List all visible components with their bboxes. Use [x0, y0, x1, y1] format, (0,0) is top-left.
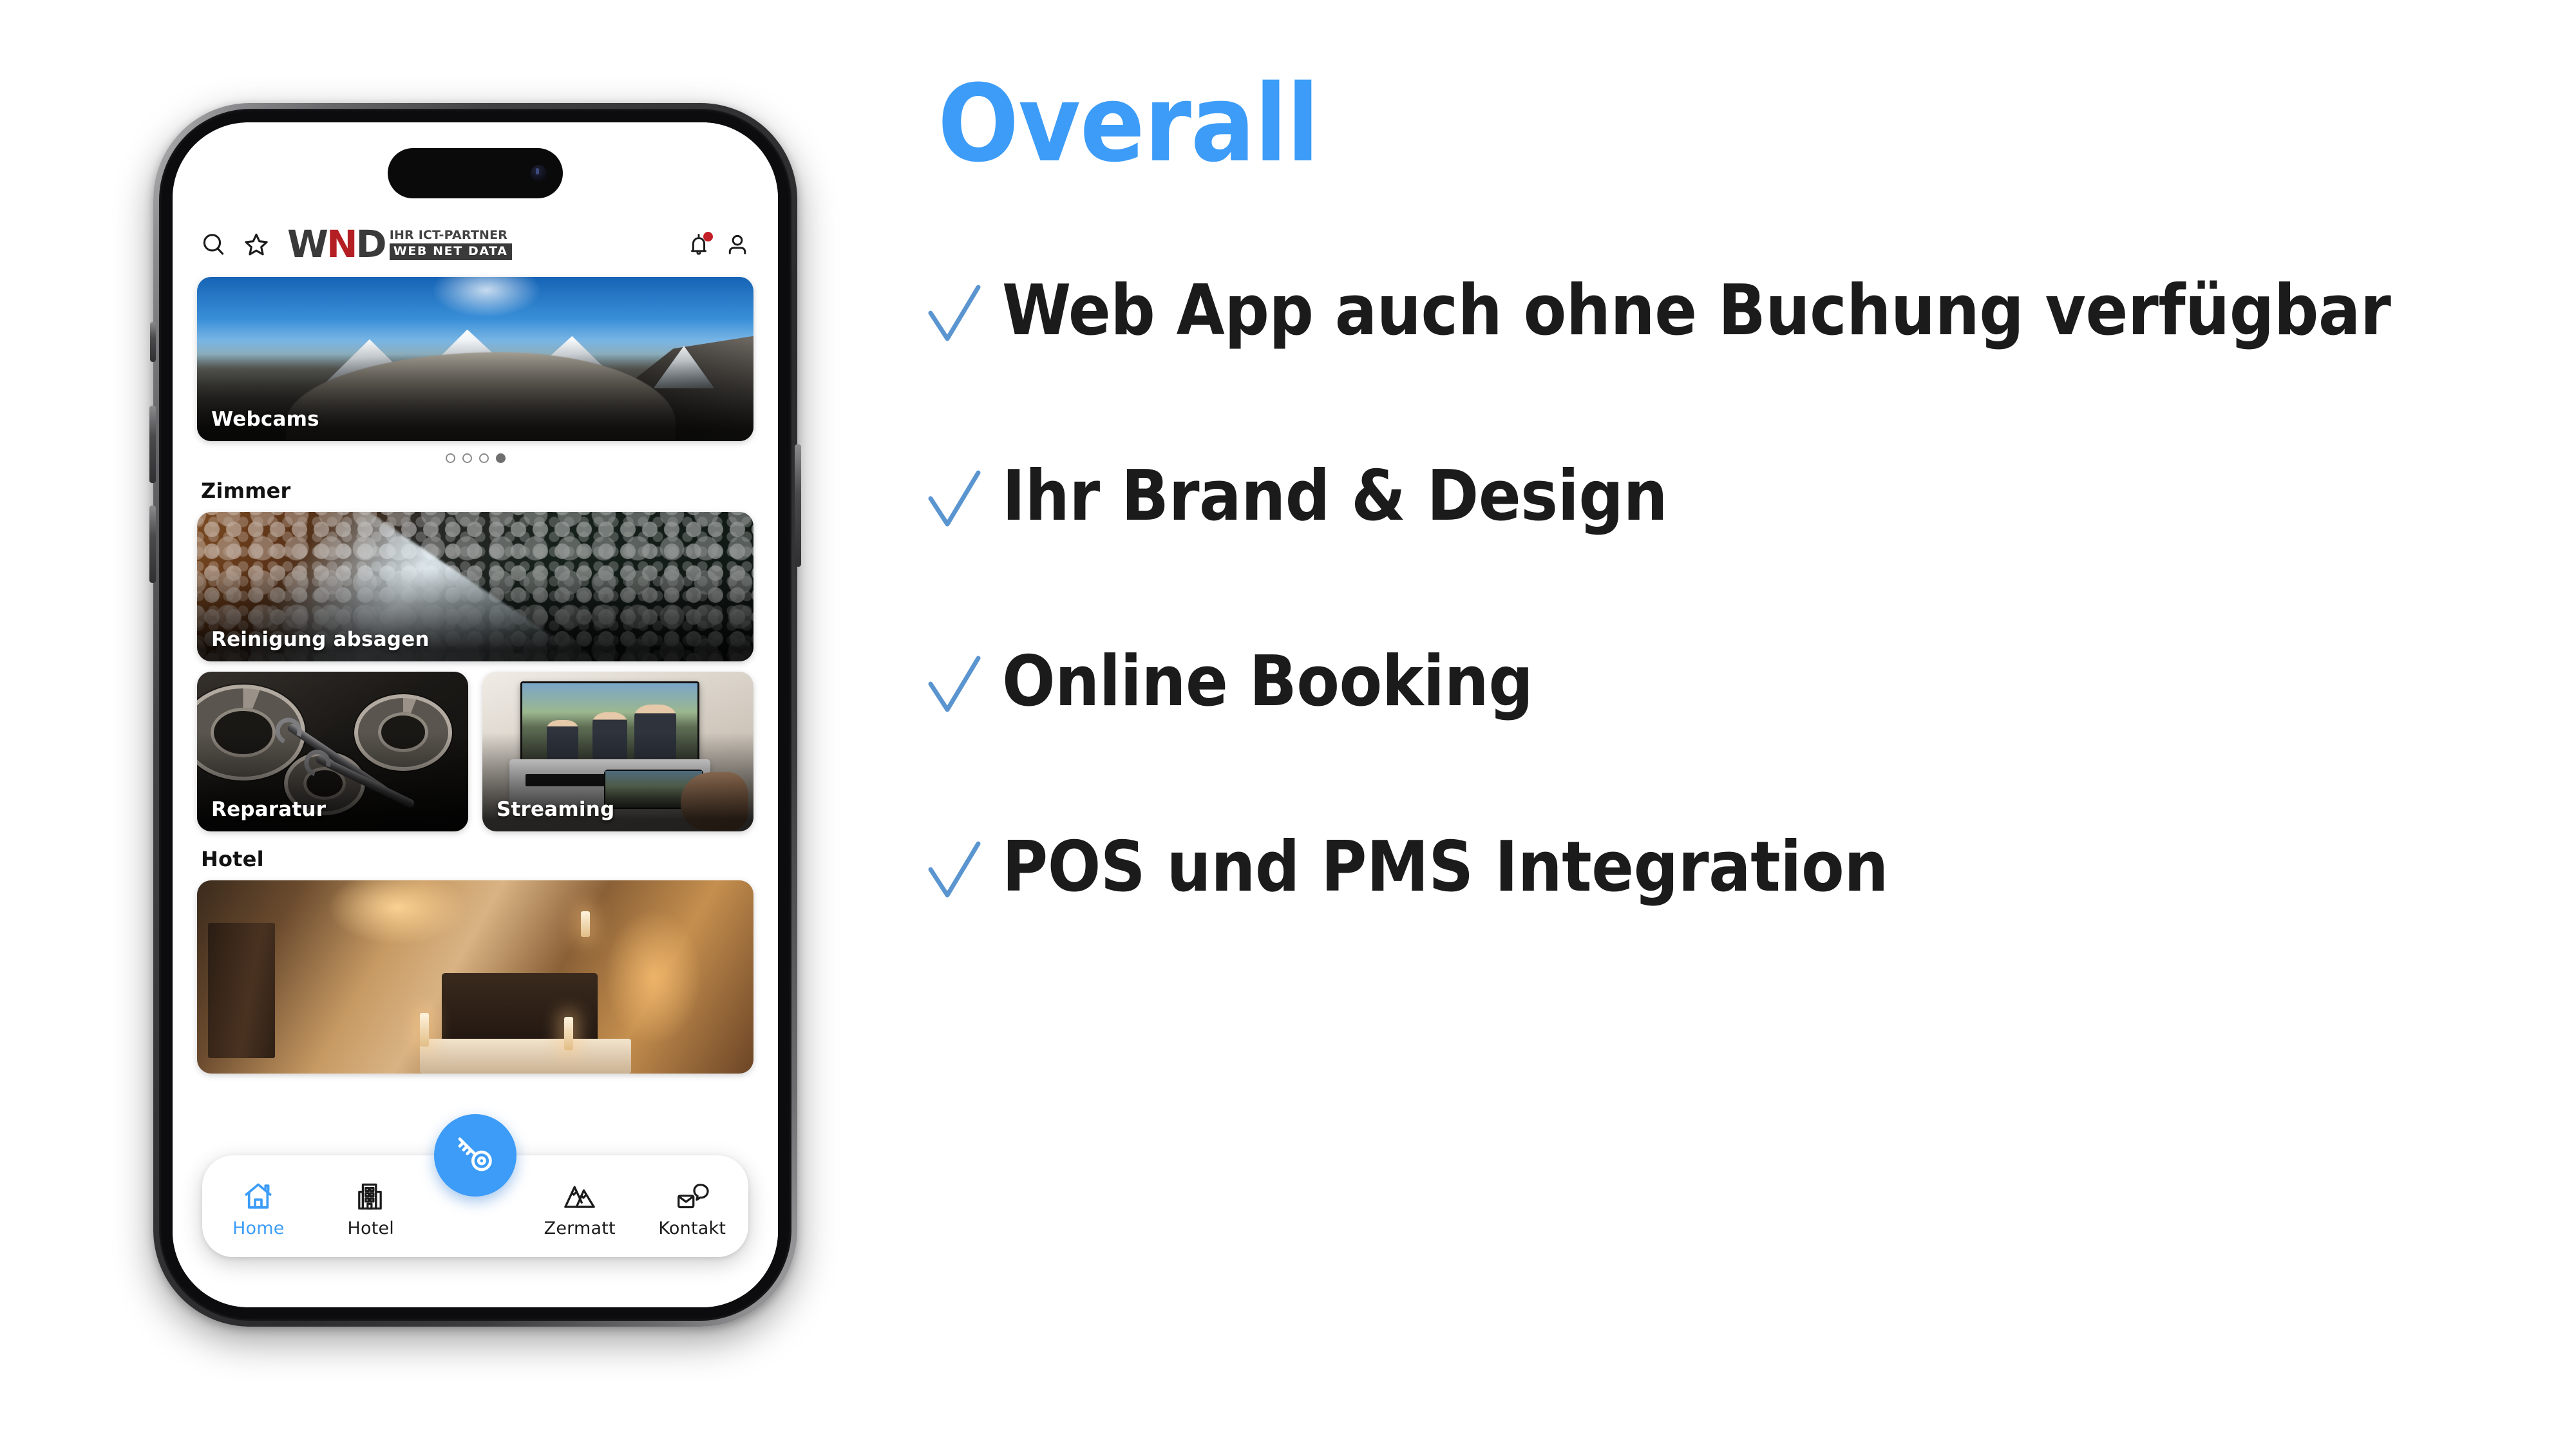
feature-label: Web App auch ohne Buchung verfügbar [1002, 270, 2391, 351]
feature-label: Ihr Brand & Design [1002, 456, 1668, 536]
content-panel: Overall Web App auch ohne Buchung verfüg… [927, 71, 2524, 910]
brand-logo: WND IHR ICT-PARTNER WEB NET DATA [287, 225, 512, 263]
search-icon[interactable] [200, 231, 228, 259]
bed-headboard [442, 973, 598, 1043]
feature-list: Web App auch ohne Buchung verfügbar Ihr … [927, 276, 2524, 910]
notification-badge [703, 232, 713, 242]
tab-fab-slot [427, 1114, 524, 1209]
feature-label: Online Booking [1002, 641, 1533, 722]
logo-letter-d: D [355, 222, 387, 267]
volume-down-button[interactable] [149, 506, 156, 583]
tab-label: Zermatt [544, 1218, 616, 1238]
tab-label: Kontakt [658, 1218, 726, 1238]
floor-lamp-1 [419, 1013, 429, 1046]
section-title-zimmer: Zimmer [201, 478, 291, 503]
building-icon [354, 1180, 388, 1213]
card-hotel-room[interactable] [197, 880, 753, 1074]
phone-screen: WND IHR ICT-PARTNER WEB NET DATA Webcams… [173, 122, 778, 1307]
logo-tagline-top: IHR ICT-PARTNER [389, 227, 508, 242]
contact-icon [676, 1180, 709, 1213]
app-viewport: WND IHR ICT-PARTNER WEB NET DATA Webcams… [173, 122, 778, 1307]
logo-tagline: IHR ICT-PARTNER WEB NET DATA [389, 227, 512, 260]
phone-mockup: WND IHR ICT-PARTNER WEB NET DATA Webcams… [149, 103, 801, 1327]
carousel-dot-4-active[interactable] [495, 453, 506, 463]
app-header: WND IHR ICT-PARTNER WEB NET DATA [173, 218, 778, 272]
card-row-pair: Reparatur Streaming [197, 672, 753, 831]
tab-label: Home [232, 1218, 285, 1238]
wall-sconce [581, 911, 591, 937]
header-right-icons [685, 231, 751, 258]
star-icon[interactable] [242, 231, 270, 259]
check-icon [927, 836, 983, 907]
silence-switch[interactable] [150, 322, 156, 362]
carousel-dots[interactable] [197, 453, 753, 463]
carousel-dot-3[interactable] [478, 453, 489, 463]
card-caption: Reinigung absagen [211, 628, 430, 651]
section-title-hotel: Hotel [201, 847, 264, 871]
tab-hotel[interactable]: Hotel [315, 1175, 428, 1238]
key-fab-button[interactable] [434, 1114, 516, 1197]
dynamic-island [388, 148, 563, 198]
tab-zermatt[interactable]: Zermatt [524, 1175, 636, 1238]
logo-letter-n: N [326, 222, 358, 267]
logo-wordmark: WND [287, 225, 387, 263]
check-icon [927, 279, 983, 350]
page-title: Overall [938, 62, 1320, 185]
floor-lamp-2 [564, 1017, 574, 1050]
hero-caption: Webcams [211, 408, 319, 431]
feature-item-booking: Online Booking [927, 647, 2524, 724]
hero-card-webcams[interactable]: Webcams [197, 277, 753, 441]
carousel-dot-2[interactable] [462, 453, 472, 463]
mountain-icon [563, 1180, 596, 1213]
home-icon [242, 1180, 275, 1213]
room-door [208, 923, 275, 1058]
logo-tagline-bottom: WEB NET DATA [389, 243, 512, 260]
carousel-dot-1[interactable] [445, 453, 455, 463]
slide-root: WND IHR ICT-PARTNER WEB NET DATA Webcams… [0, 0, 2576, 1449]
feature-item-webapp: Web App auch ohne Buchung verfügbar [927, 276, 2524, 354]
bell-icon[interactable] [685, 231, 713, 258]
logo-letter-w: W [287, 222, 328, 267]
bottom-tab-bar: Home Hotel Zermatt Kontakt [202, 1114, 749, 1257]
check-icon [927, 465, 983, 536]
feature-item-brand: Ihr Brand & Design [927, 462, 2524, 539]
card-caption: Streaming [497, 798, 615, 821]
bed [419, 1039, 631, 1074]
feature-label: POS und PMS Integration [1002, 827, 1888, 907]
power-button[interactable] [795, 444, 801, 567]
card-caption: Reparatur [211, 798, 327, 821]
header-left-icons [200, 231, 270, 259]
feature-item-pospms: POS und PMS Integration [927, 833, 2524, 910]
card-streaming[interactable]: Streaming [482, 672, 753, 831]
tab-home[interactable]: Home [202, 1175, 315, 1238]
check-icon [927, 650, 983, 721]
card-image-room [197, 880, 753, 1074]
volume-up-button[interactable] [149, 406, 156, 483]
account-icon[interactable] [724, 231, 751, 258]
tab-label: Hotel [347, 1218, 395, 1238]
key-icon [451, 1130, 499, 1180]
tab-kontakt[interactable]: Kontakt [636, 1175, 749, 1238]
card-reinigung-absagen[interactable]: Reinigung absagen [197, 512, 753, 661]
front-camera-icon [531, 165, 547, 182]
card-reparatur[interactable]: Reparatur [197, 672, 468, 831]
